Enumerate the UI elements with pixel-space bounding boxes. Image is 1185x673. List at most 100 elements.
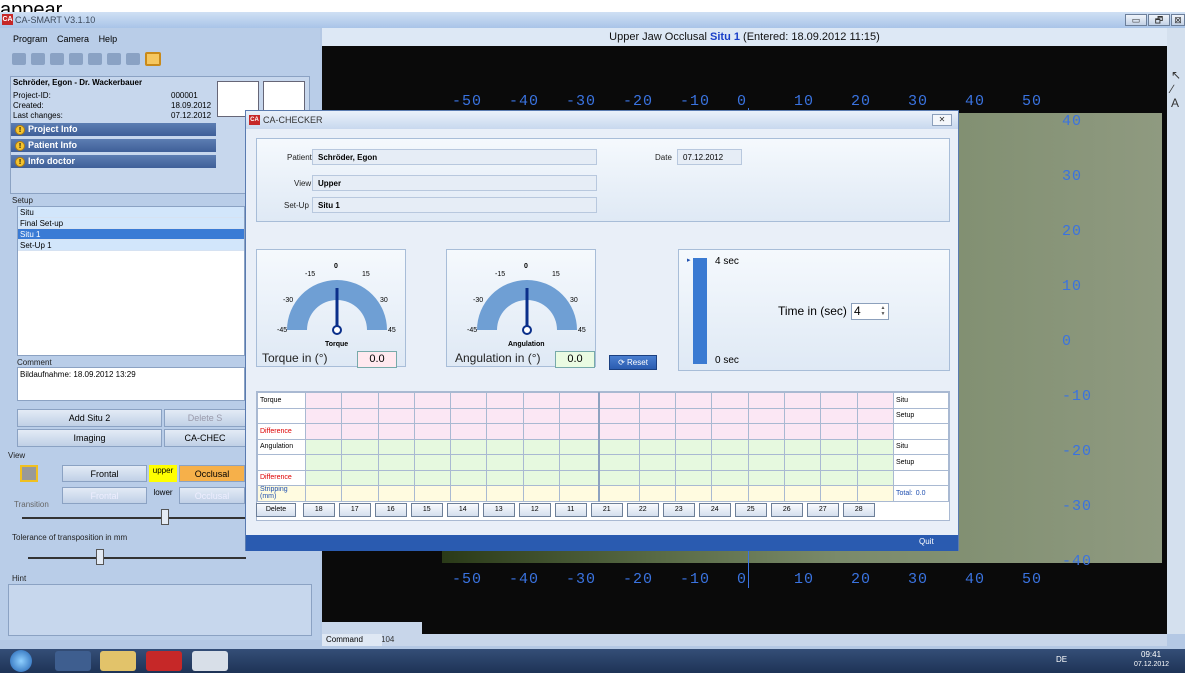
setup-item-final[interactable]: Final Set-up	[18, 218, 244, 229]
tooth-button-15[interactable]: 15	[410, 503, 443, 517]
table-cell[interactable]	[747, 485, 785, 502]
table-cell[interactable]	[856, 438, 894, 455]
table-cell[interactable]	[711, 407, 749, 424]
table-cell[interactable]	[558, 454, 600, 471]
table-cell[interactable]	[522, 469, 560, 486]
table-cell[interactable]	[377, 454, 415, 471]
transition-track[interactable]	[22, 517, 246, 519]
table-cell[interactable]	[413, 407, 452, 424]
table-cell[interactable]	[304, 485, 343, 502]
table-cell[interactable]	[558, 485, 600, 502]
table-cell[interactable]	[747, 469, 785, 486]
tolerance-track[interactable]	[28, 557, 246, 559]
table-cell[interactable]	[820, 469, 858, 486]
table-cell[interactable]	[856, 485, 894, 502]
table-cell[interactable]	[675, 485, 713, 502]
table-cell[interactable]	[558, 407, 600, 424]
table-cell[interactable]	[304, 438, 343, 455]
table-cell[interactable]	[598, 454, 640, 471]
print-icon[interactable]	[31, 53, 45, 65]
table-cell[interactable]	[711, 392, 749, 409]
tool-icon[interactable]	[192, 651, 228, 671]
save-icon[interactable]	[12, 53, 26, 65]
table-cell[interactable]	[377, 392, 415, 409]
table-cell[interactable]	[413, 423, 452, 440]
setup-item-situ[interactable]: Situ	[18, 207, 244, 218]
table-cell[interactable]	[598, 392, 640, 409]
table-cell[interactable]	[783, 469, 822, 486]
table-cell[interactable]	[413, 454, 452, 471]
table-cell[interactable]	[820, 392, 858, 409]
tooth-button-17[interactable]: 17	[338, 503, 371, 517]
table-cell[interactable]	[675, 469, 713, 486]
table-cell[interactable]	[783, 407, 822, 424]
table-cell[interactable]	[638, 438, 677, 455]
table-cell[interactable]	[598, 423, 640, 440]
project-info-bar[interactable]: ! Project Info	[11, 123, 216, 136]
table-cell[interactable]	[341, 485, 379, 502]
table-cell[interactable]	[856, 454, 894, 471]
table-cell[interactable]	[711, 485, 749, 502]
table-cell[interactable]	[820, 407, 858, 424]
table-cell[interactable]	[783, 454, 822, 471]
table-cell[interactable]	[598, 438, 640, 455]
delete-button[interactable]: Delete	[256, 503, 296, 517]
tooth-button-16[interactable]: 16	[374, 503, 407, 517]
delete-situ-button[interactable]: Delete S	[164, 409, 246, 427]
menu-program[interactable]: Program	[13, 34, 48, 44]
command-tab[interactable]: Command	[322, 634, 382, 646]
table-cell[interactable]	[747, 423, 785, 440]
info-doctor-bar[interactable]: ! Info doctor	[11, 155, 216, 168]
transition-slider-thumb[interactable]	[161, 509, 170, 525]
maximize-button[interactable]: 🗗	[1148, 14, 1170, 26]
setup-item-situ1[interactable]: Situ 1	[18, 229, 244, 240]
table-cell[interactable]	[675, 407, 713, 424]
table-cell[interactable]	[450, 423, 488, 440]
table-cell[interactable]	[638, 469, 677, 486]
reset-button[interactable]: ⟳ Reset	[609, 355, 657, 370]
table-cell[interactable]	[783, 438, 822, 455]
table-cell[interactable]	[820, 454, 858, 471]
table-cell[interactable]	[450, 454, 488, 471]
table-cell[interactable]	[638, 423, 677, 440]
text-icon[interactable]: A	[1167, 96, 1185, 110]
quit-button[interactable]: Quit	[919, 537, 934, 546]
table-cell[interactable]	[598, 485, 640, 502]
table-cell[interactable]	[747, 392, 785, 409]
table-cell[interactable]	[341, 407, 379, 424]
table-cell[interactable]	[856, 423, 894, 440]
table-cell[interactable]	[377, 469, 415, 486]
table-cell[interactable]	[558, 423, 600, 440]
table-cell[interactable]	[377, 485, 415, 502]
table-cell[interactable]	[711, 423, 749, 440]
table-cell[interactable]	[486, 423, 524, 440]
tooth-button-27[interactable]: 27	[806, 503, 839, 517]
pointer-icon[interactable]: ↖	[1167, 68, 1185, 82]
table-cell[interactable]	[783, 485, 822, 502]
start-icon[interactable]	[10, 650, 32, 672]
table-cell[interactable]	[522, 423, 560, 440]
table-cell[interactable]	[820, 423, 858, 440]
table-cell[interactable]	[341, 392, 379, 409]
tooth-button-23[interactable]: 23	[662, 503, 695, 517]
table-cell[interactable]	[450, 407, 488, 424]
table-cell[interactable]	[304, 469, 343, 486]
imaging-button[interactable]: Imaging	[17, 429, 162, 447]
table-cell[interactable]	[747, 438, 785, 455]
table-cell[interactable]	[856, 392, 894, 409]
menu-camera[interactable]: Camera	[57, 34, 89, 44]
camera-icon[interactable]	[50, 53, 64, 65]
table-cell[interactable]	[341, 423, 379, 440]
table-cell[interactable]	[413, 392, 452, 409]
table-cell[interactable]	[304, 454, 343, 471]
screen-icon[interactable]	[88, 53, 102, 65]
menu-help[interactable]: Help	[99, 34, 118, 44]
table-cell[interactable]	[783, 392, 822, 409]
table-cell[interactable]	[711, 454, 749, 471]
table-cell[interactable]	[638, 485, 677, 502]
table-cell[interactable]	[377, 423, 415, 440]
folder-icon[interactable]	[100, 651, 136, 671]
table-cell[interactable]	[304, 423, 343, 440]
table-cell[interactable]	[638, 392, 677, 409]
comment-field[interactable]: Bildaufnahme: 18.09.2012 13:29	[17, 367, 245, 401]
